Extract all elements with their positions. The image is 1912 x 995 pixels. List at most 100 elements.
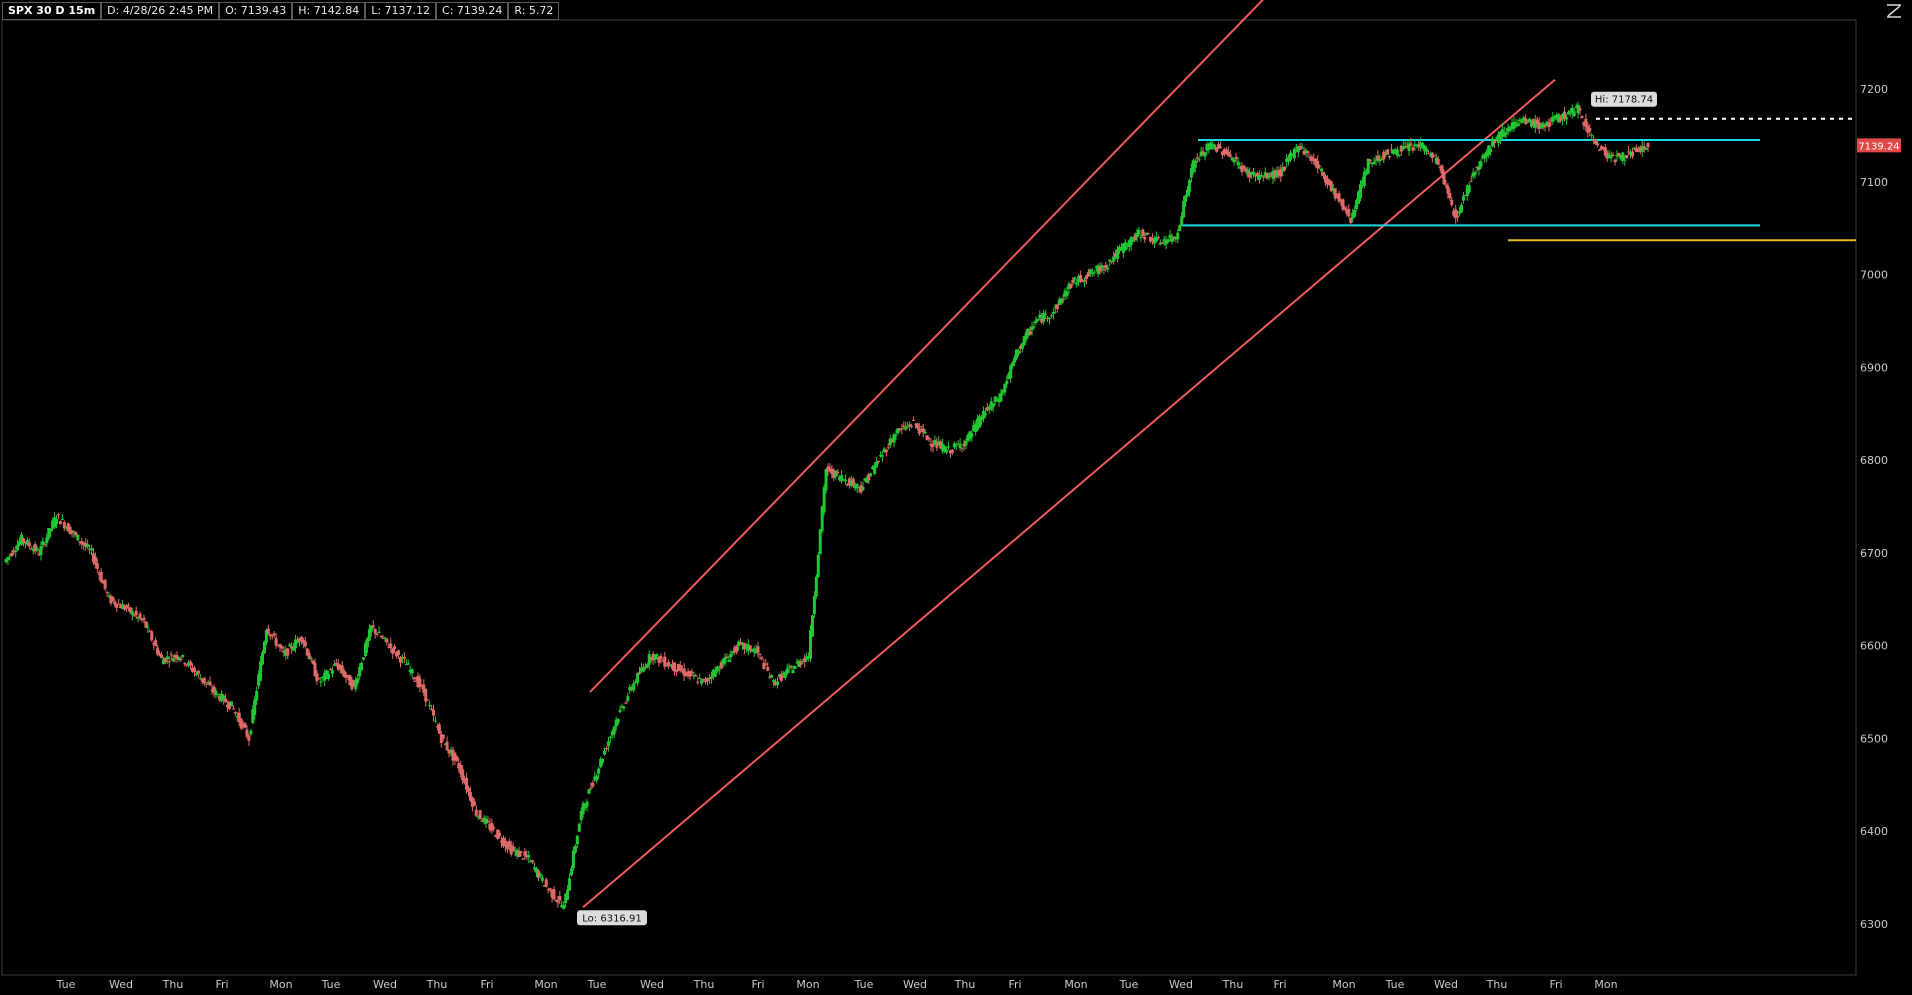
candle-body <box>1236 161 1240 166</box>
candle-body <box>1446 185 1450 194</box>
candle-body <box>272 633 276 636</box>
candle-body <box>904 426 908 430</box>
candle-body <box>875 461 879 468</box>
candle-body <box>950 449 954 453</box>
candle-body <box>1160 242 1164 244</box>
candle-body <box>1112 256 1116 262</box>
plot-frame <box>1 19 1857 976</box>
candle-body <box>814 576 818 597</box>
candle-body <box>1143 236 1147 240</box>
candle-body <box>1516 123 1520 127</box>
candle-body <box>379 636 383 638</box>
candle-body <box>1036 318 1040 321</box>
candle-body <box>597 768 601 774</box>
candle-body <box>717 670 721 672</box>
plot-area <box>1 19 1857 976</box>
candle-body <box>74 532 78 536</box>
candle-body <box>991 403 995 408</box>
x-tick-label: Thu <box>1486 978 1508 991</box>
candle-body <box>1425 148 1429 152</box>
candle-body <box>1584 118 1588 127</box>
candle-body <box>1353 209 1357 217</box>
candle-body <box>822 487 826 513</box>
candle-body <box>1358 184 1362 199</box>
candle-body <box>779 674 783 681</box>
candle-body <box>1409 143 1413 145</box>
candle-body <box>696 681 700 683</box>
candle-body <box>171 658 175 662</box>
x-axis: Tue Wed Thu Fri Mon Tue Wed Thu Fri Mon Tue Wed Thu F… <box>56 978 1618 991</box>
x-tick-label: Fri <box>751 978 764 991</box>
candle-body <box>245 729 249 737</box>
candle-body <box>461 769 465 781</box>
candle-body <box>330 670 334 674</box>
candle-body <box>1432 155 1436 157</box>
candle-body <box>758 653 762 655</box>
candle-body <box>1032 326 1036 328</box>
candle-body <box>770 675 774 678</box>
candle-body <box>1460 204 1464 212</box>
candle-body <box>183 662 187 665</box>
x-tick-label: Wed <box>373 978 397 991</box>
candle-body <box>224 698 228 703</box>
candle-body <box>608 736 612 738</box>
candle-body <box>810 615 814 637</box>
candle-body <box>1178 225 1182 231</box>
candle-body <box>204 682 208 684</box>
candle-body <box>828 467 832 469</box>
y-tick-label: 6700 <box>1860 547 1888 560</box>
candle-body <box>62 522 66 529</box>
close-label: C: 7139.24 <box>436 2 509 20</box>
candle-body <box>571 850 575 869</box>
candle-body <box>1580 116 1584 118</box>
candle-body <box>715 666 719 671</box>
candle-body <box>1044 313 1048 315</box>
candle-body <box>663 656 667 667</box>
candle-body <box>1030 326 1034 331</box>
candle-body <box>647 654 651 665</box>
candle-body <box>603 750 607 755</box>
candle-body <box>132 615 136 617</box>
candle-body <box>1372 161 1376 164</box>
candle-body <box>1168 234 1172 238</box>
candle-body <box>373 628 377 634</box>
x-tick-label: Fri <box>215 978 228 991</box>
price-chart[interactable]: 6300 6400 6500 6600 6700 6800 6900 7000 7100 7200… <box>0 0 1912 995</box>
candle-body <box>1386 149 1390 155</box>
candle-body <box>138 613 142 619</box>
candle-body <box>95 563 99 569</box>
candle-body <box>1203 152 1207 157</box>
candle-body <box>239 718 243 729</box>
x-tick-label: Mon <box>796 978 819 991</box>
candle-body <box>678 665 682 671</box>
candle-body <box>1347 208 1351 217</box>
candle-body <box>1232 159 1236 163</box>
candle-body <box>519 851 523 853</box>
candle-body <box>1382 151 1386 160</box>
candle-body <box>577 823 581 832</box>
candle-body <box>816 554 820 577</box>
candle-body <box>189 661 193 666</box>
candle-body <box>76 534 80 541</box>
candle-body <box>702 678 706 681</box>
candle-body <box>156 647 160 655</box>
candle-body <box>1048 317 1052 320</box>
x-tick-label: Thu <box>1222 978 1244 991</box>
symbol-label[interactable]: SPX 30 D 15m <box>2 2 102 20</box>
x-tick-label: Fri <box>1273 978 1286 991</box>
x-tick-label: Thu <box>954 978 976 991</box>
candle-body <box>165 656 169 660</box>
candle-body <box>1514 122 1518 124</box>
candle-body <box>154 640 158 647</box>
candle-body <box>445 741 449 751</box>
x-tick-label: Wed <box>1169 978 1193 991</box>
candle-body <box>789 666 793 668</box>
candle-body <box>616 718 620 724</box>
candle-body <box>737 641 741 647</box>
candle-body <box>402 656 406 659</box>
candle-body <box>1003 383 1007 393</box>
candle-body <box>1288 152 1292 160</box>
chart-style-icon[interactable] <box>1886 4 1902 18</box>
candle-body <box>1049 315 1053 317</box>
candle-body <box>799 662 803 665</box>
